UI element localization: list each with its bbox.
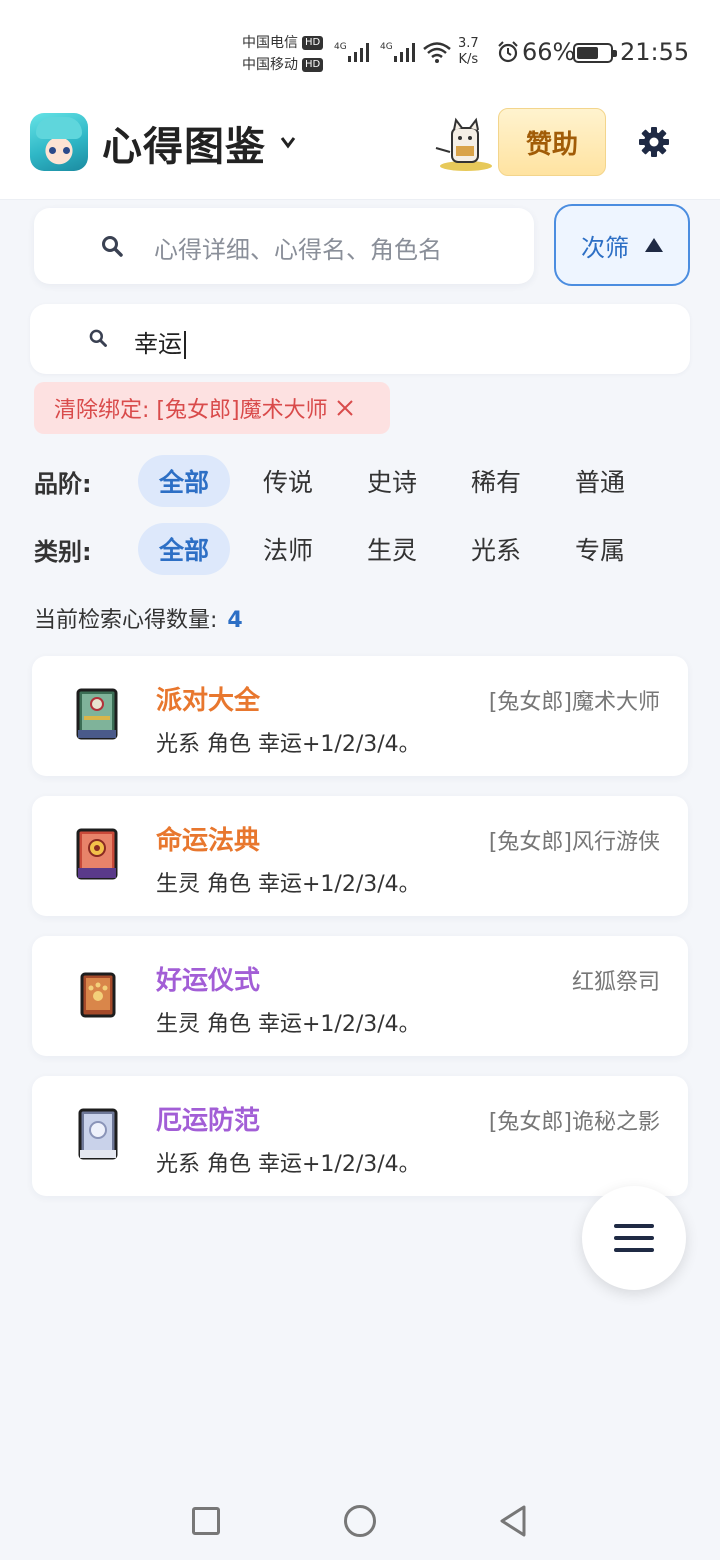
silver-book-icon bbox=[78, 1108, 118, 1160]
net-speed-value: 3.7 bbox=[458, 36, 479, 51]
rarity-filter-label: 品阶: bbox=[34, 469, 92, 498]
signal-4g-icon: 4G bbox=[334, 42, 369, 62]
menu-bar bbox=[614, 1236, 654, 1240]
rarity-option-epic[interactable]: 史诗 bbox=[346, 455, 438, 507]
insight-owner: [兔女郎]风行游侠 bbox=[488, 830, 660, 855]
alarm-icon bbox=[498, 41, 518, 63]
network-label-2: 4G bbox=[380, 42, 393, 52]
network-label-1: 4G bbox=[334, 42, 347, 52]
clear-binding-label: 清除绑定: [兔女郎]魔术大师 bbox=[54, 398, 328, 423]
rarity-option-rare[interactable]: 稀有 bbox=[450, 455, 542, 507]
triangle-up-icon bbox=[645, 238, 663, 252]
close-icon[interactable] bbox=[334, 397, 356, 419]
grimoire-green-icon bbox=[76, 688, 118, 740]
insight-desc: 生灵 角色 幸运+1/2/3/4。 bbox=[156, 1012, 421, 1037]
insight-desc: 光系 角色 幸运+1/2/3/4。 bbox=[156, 1152, 421, 1177]
home-circle-icon[interactable] bbox=[344, 1505, 376, 1537]
secondary-filter-label: 次筛 bbox=[581, 233, 629, 262]
search-placeholder[interactable]: 心得详细、心得名、角色名 bbox=[154, 230, 442, 265]
insight-card[interactable]: 好运仪式 红狐祭司 生灵 角色 幸运+1/2/3/4。 bbox=[32, 936, 688, 1056]
page-title[interactable]: 心得图鉴 bbox=[102, 114, 266, 172]
result-count-label: 当前检索心得数量: bbox=[34, 608, 218, 633]
category-option-exclusive[interactable]: 专属 bbox=[554, 523, 646, 575]
category-option-creature[interactable]: 生灵 bbox=[346, 523, 438, 575]
sub-search-input[interactable]: 幸运 bbox=[30, 304, 690, 374]
net-speed: 3.7 K/s bbox=[458, 36, 479, 68]
carrier-2: 中国移动 bbox=[242, 57, 298, 73]
insight-card[interactable]: 派对大全 [兔女郎]魔术大师 光系 角色 幸运+1/2/3/4。 bbox=[32, 656, 688, 776]
status-bar: 中国电信 HD 中国移动 HD 4G 4G 3.7 K/s 66% 21:55 bbox=[0, 0, 720, 100]
paw-book-icon bbox=[80, 972, 116, 1018]
secondary-filter-button[interactable]: 次筛 bbox=[554, 204, 690, 286]
insight-name: 命运法典 bbox=[156, 826, 261, 856]
menu-fab-button[interactable] bbox=[582, 1186, 686, 1290]
sub-search-value: 幸运 bbox=[134, 330, 182, 358]
search-icon bbox=[102, 236, 123, 257]
app-avatar-icon[interactable] bbox=[30, 113, 88, 171]
clock: 21:55 bbox=[620, 38, 690, 66]
category-filter-label: 类别: bbox=[34, 537, 92, 566]
insight-owner: [兔女郎]魔术大师 bbox=[488, 690, 660, 715]
battery-nub bbox=[613, 50, 617, 57]
carrier-1: 中国电信 bbox=[242, 35, 298, 51]
avatar-hair bbox=[36, 117, 82, 139]
menu-bar bbox=[614, 1224, 654, 1228]
category-option-light[interactable]: 光系 bbox=[450, 523, 542, 575]
rarity-option-legendary[interactable]: 传说 bbox=[242, 455, 334, 507]
app-header: 心得图鉴 赞助 bbox=[0, 100, 720, 200]
battery-fill bbox=[577, 47, 598, 59]
rarity-option-common[interactable]: 普通 bbox=[554, 455, 646, 507]
settings-gear-icon[interactable] bbox=[638, 126, 670, 158]
grimoire-red-icon bbox=[76, 828, 118, 880]
carrier-info: 中国电信 HD 中国移动 HD bbox=[242, 32, 324, 76]
insight-card[interactable]: 命运法典 [兔女郎]风行游侠 生灵 角色 幸运+1/2/3/4。 bbox=[32, 796, 688, 916]
wifi-icon bbox=[423, 42, 451, 63]
back-triangle-icon[interactable] bbox=[498, 1504, 528, 1538]
net-speed-unit: K/s bbox=[458, 52, 479, 67]
rarity-filter-row: 品阶: 全部 传说 史诗 稀有 普通 bbox=[34, 454, 658, 508]
hd-badge: HD bbox=[302, 36, 324, 50]
search-box[interactable]: 心得详细、心得名、角色名 bbox=[34, 208, 534, 284]
chevron-down-icon[interactable] bbox=[280, 134, 296, 150]
insight-name: 厄运防范 bbox=[156, 1106, 261, 1136]
hd-badge: HD bbox=[302, 58, 324, 72]
signal-4g-icon: 4G bbox=[380, 42, 415, 62]
sponsor-button[interactable]: 赞助 bbox=[498, 108, 606, 176]
category-option-mage[interactable]: 法师 bbox=[242, 523, 334, 575]
result-count-value: 4 bbox=[227, 608, 243, 633]
cat-mascot-icon bbox=[435, 117, 492, 171]
category-option-all[interactable]: 全部 bbox=[138, 523, 230, 575]
search-icon bbox=[89, 329, 107, 347]
insight-desc: 生灵 角色 幸运+1/2/3/4。 bbox=[156, 872, 421, 897]
insight-name: 好运仪式 bbox=[156, 966, 261, 996]
avatar-eye bbox=[63, 147, 70, 154]
insight-owner: [兔女郎]诡秘之影 bbox=[488, 1110, 660, 1135]
insight-owner: 红狐祭司 bbox=[571, 970, 660, 995]
insight-desc: 光系 角色 幸运+1/2/3/4。 bbox=[156, 732, 421, 757]
avatar-eye bbox=[49, 147, 56, 154]
sub-search-field[interactable]: 幸运 bbox=[134, 324, 186, 359]
battery-icon bbox=[573, 43, 617, 63]
menu-bar bbox=[614, 1248, 654, 1252]
app-screen: 中国电信 HD 中国移动 HD 4G 4G 3.7 K/s 66% 21:55 … bbox=[0, 0, 720, 1560]
rarity-option-all[interactable]: 全部 bbox=[138, 455, 230, 507]
insight-card[interactable]: 厄运防范 [兔女郎]诡秘之影 光系 角色 幸运+1/2/3/4。 bbox=[32, 1076, 688, 1196]
category-filter-row: 类别: 全部 法师 生灵 光系 专属 bbox=[34, 522, 658, 576]
system-nav-bar bbox=[0, 1480, 720, 1560]
clear-binding-chip[interactable]: 清除绑定: [兔女郎]魔术大师 bbox=[34, 382, 390, 434]
battery-percent: 66% bbox=[522, 38, 576, 66]
text-caret bbox=[184, 331, 186, 359]
result-count: 当前检索心得数量: 4 bbox=[34, 602, 243, 634]
insight-name: 派对大全 bbox=[156, 686, 261, 716]
recents-square-icon[interactable] bbox=[192, 1507, 220, 1535]
